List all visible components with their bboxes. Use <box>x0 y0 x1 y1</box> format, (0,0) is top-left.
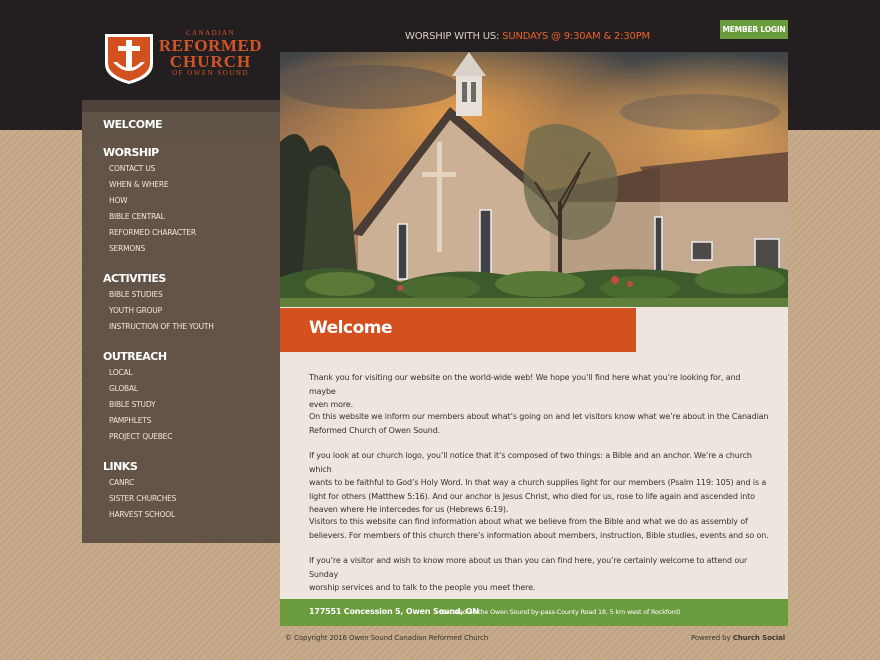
sidebar-item-instruction-of-the-youth[interactable]: INSTRUCTION OF THE YOUTH <box>109 322 214 331</box>
sidebar-item-bible-studies[interactable]: BIBLE STUDIES <box>109 290 163 299</box>
sidebar-item-when-where[interactable]: WHEN & WHERE <box>109 180 169 189</box>
paragraph-line: Reformed Church of Owen Sound. <box>309 425 441 435</box>
logo-line-church: CHURCH <box>169 52 252 71</box>
sidebar-item-canrc[interactable]: CANRC <box>109 478 134 487</box>
sidebar-item-harvest-school[interactable]: HARVEST SCHOOL <box>109 510 175 519</box>
powered-by-prefix: Powered by <box>691 634 733 642</box>
sidebar-section-outreach[interactable]: OUTREACH <box>103 350 167 363</box>
sidebar-item-sister-churches[interactable]: SISTER CHURCHES <box>109 494 176 503</box>
sidebar-item-reformed-character[interactable]: REFORMED CHARACTER <box>109 228 196 237</box>
paragraph-line: On this website we inform our members ab… <box>309 412 769 421</box>
sidebar-item-bible-study[interactable]: BIBLE STUDY <box>109 400 156 409</box>
paragraph-line: If you’re a visitor and wish to know mor… <box>309 556 748 579</box>
worship-times: WORSHIP WITH US: SUNDAYS @ 9:30AM & 2:30… <box>405 31 650 42</box>
sidebar-item-global[interactable]: GLOBAL <box>109 384 138 393</box>
church-photo <box>280 52 788 307</box>
sidebar-item-project-quebec[interactable]: PROJECT QUEBEC <box>109 432 172 441</box>
copyright-text: © Copyright 2016 Owen Sound Canadian Ref… <box>285 634 489 642</box>
member-login-button[interactable]: MEMBER LOGIN <box>720 20 788 39</box>
paragraph-line: light for others (Matthew 5:16). And our… <box>309 491 755 501</box>
sidebar-section-activities[interactable]: ACTIVITIES <box>103 272 166 285</box>
church-logo[interactable]: CANADIAN REFORMED CHURCH OF OWEN SOUND <box>101 30 266 86</box>
powered-by[interactable]: Powered by Church Social <box>691 634 785 642</box>
page-title: Welcome <box>309 318 393 338</box>
sidebar-section-worship[interactable]: WORSHIP <box>103 146 159 159</box>
worship-times-highlight: SUNDAYS @ 9:30AM & 2:30PM <box>502 31 650 42</box>
paragraph: Thank you for visiting our website on th… <box>309 371 769 412</box>
sidebar-item-bible-central[interactable]: BIBLE CENTRAL <box>109 212 165 221</box>
paragraph-line: Thank you for visiting our website on th… <box>309 373 741 396</box>
worship-prefix: WORSHIP WITH US: <box>405 31 503 42</box>
logo-line-owen-sound: OF OWEN SOUND <box>171 69 250 77</box>
powered-by-brand: Church Social <box>732 634 786 642</box>
paragraph-line: wants to be faithful to God’s Holy Word.… <box>309 478 767 487</box>
paragraph: If you look at our church logo, you’ll n… <box>309 449 769 517</box>
sidebar-item-local[interactable]: LOCAL <box>109 368 133 377</box>
sidebar-item-contact-us[interactable]: CONTACT US <box>109 164 155 173</box>
sidebar-item-how[interactable]: HOW <box>109 196 128 205</box>
paragraph: Visitors to this website can find inform… <box>309 515 769 542</box>
sidebar-item-youth-group[interactable]: YOUTH GROUP <box>109 306 162 315</box>
sidebar-section-links[interactable]: LINKS <box>103 460 138 473</box>
anchor-logo-icon <box>105 34 153 84</box>
address-bar: 177551 Concession 5, Owen Sound, ON (Loc… <box>280 599 788 626</box>
paragraph: On this website we inform our members ab… <box>309 410 769 437</box>
sidebar-item-sermons[interactable]: SERMONS <box>109 244 145 253</box>
sidebar-item-welcome[interactable]: WELCOME <box>103 118 163 131</box>
address-note: (Located on the Owen Sound by-pass-Count… <box>440 608 681 616</box>
paragraph: If you’re a visitor and wish to know mor… <box>309 554 769 595</box>
paragraph-line: If you look at our church logo, you’ll n… <box>309 451 752 474</box>
paragraph-line: Visitors to this website can find inform… <box>309 517 748 526</box>
church-hero-image <box>280 52 788 307</box>
paragraph-line: worship services and to talk to the peop… <box>309 583 536 592</box>
sidebar-item-pamphlets[interactable]: PAMPHLETS <box>109 416 151 425</box>
paragraph-line: believers. For members of this church th… <box>309 530 769 540</box>
